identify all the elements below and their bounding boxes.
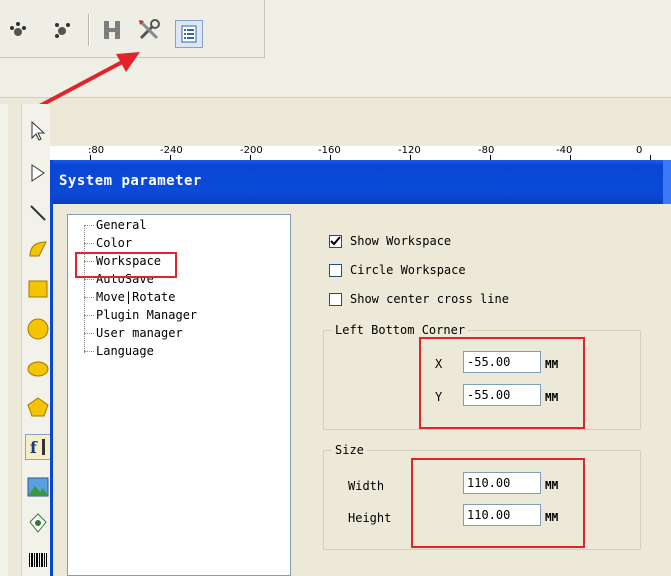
circle-workspace-row[interactable]: Circle Workspace (329, 263, 466, 277)
show-workspace-checkbox[interactable] (329, 234, 342, 248)
circle-workspace-checkbox[interactable] (329, 263, 342, 277)
system-parameter-icon[interactable] (136, 18, 160, 42)
tree-item-move-rotate[interactable]: Move|Rotate (96, 290, 175, 304)
tree-item-plugin-manager[interactable]: Plugin Manager (96, 308, 197, 322)
text-tool-icon[interactable]: f (25, 434, 51, 460)
show-workspace-label: Show Workspace (350, 234, 452, 248)
center-cross-line-label: Show center cross line (350, 292, 509, 306)
tree-item-user-manager[interactable]: User manager (96, 326, 183, 340)
ruler-tick-label: 0 (636, 146, 643, 156)
node-edit-icon[interactable] (25, 160, 51, 186)
barcode-tool-icon[interactable] (25, 548, 51, 574)
tree-item-general[interactable]: General (96, 218, 147, 232)
node-group-icon[interactable] (50, 18, 74, 42)
dialog-title: System parameter (59, 173, 202, 189)
height-label: Height (348, 511, 392, 525)
h-icon[interactable] (100, 18, 124, 42)
width-label: Width (348, 479, 385, 493)
line-tool-icon[interactable] (25, 200, 51, 226)
vector-file-tool-icon[interactable] (25, 510, 51, 536)
workspace-highlight-box (75, 252, 177, 278)
polygon-tool-icon[interactable] (25, 394, 51, 420)
svg-text:f: f (30, 438, 38, 457)
tree-item-color[interactable]: Color (96, 236, 132, 250)
center-cross-line-checkbox[interactable] (329, 292, 342, 306)
system-parameter-dialog: System parameter General Color Workspace… (50, 160, 671, 576)
show-workspace-row[interactable]: Show Workspace (329, 234, 451, 248)
circle-workspace-label: Circle Workspace (350, 263, 466, 277)
ruler-tick-label: -200 (240, 146, 263, 156)
size-legend: Size (332, 443, 367, 457)
corner-highlight-box (419, 337, 585, 429)
size-highlight-box (411, 458, 585, 548)
circle-tool-icon[interactable] (25, 316, 51, 342)
vertical-ruler (8, 104, 22, 576)
ruler-tick-label: -80 (478, 146, 495, 156)
center-cross-line-row[interactable]: Show center cross line (329, 292, 509, 306)
rectangle-tool-icon[interactable] (25, 276, 51, 302)
bitmap-tool-icon[interactable] (25, 474, 51, 500)
node-tool-icon[interactable] (6, 18, 30, 42)
left-bottom-corner-legend: Left Bottom Corner (332, 323, 469, 337)
ellipse-tool-icon[interactable] (25, 356, 51, 382)
dialog-titlebar[interactable]: System parameter (53, 160, 671, 204)
list-icon[interactable] (175, 20, 203, 48)
curve-tool-icon[interactable] (25, 236, 51, 262)
tree-item-language[interactable]: Language (96, 344, 154, 358)
select-arrow-icon[interactable] (25, 118, 51, 144)
titlebar-edge (663, 160, 671, 204)
ruler-tick-label: -240 (160, 146, 183, 156)
